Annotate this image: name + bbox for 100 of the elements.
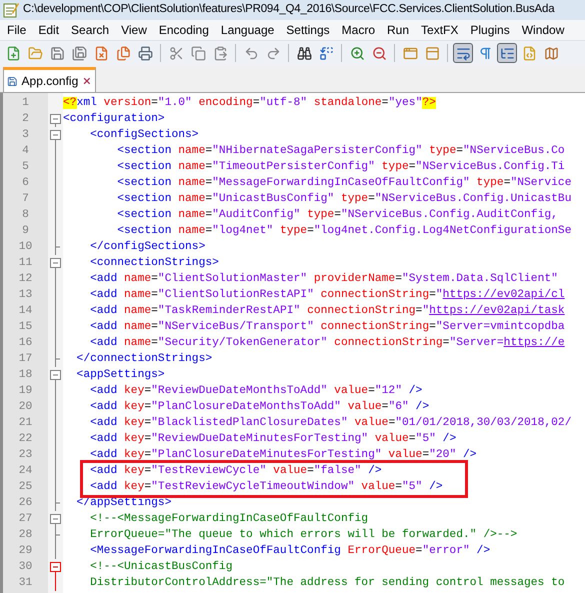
code-line: <configSections> — [89, 128, 199, 143]
code-line: <appSettings> — [76, 368, 165, 383]
notepad-icon — [3, 2, 19, 18]
code-line: <add name="TaskReminderRestAPI" connectionString="https://ev02api/task — [89, 304, 565, 319]
code-line: <section name="NHibernateSagaPersisterConfig" type="NServiceBus.Co — [116, 144, 565, 159]
file-plus-icon — [6, 46, 20, 60]
line-number: 28 — [18, 528, 32, 543]
menu-item[interactable]: Run — [387, 21, 410, 39]
code-line: <add key="PlanClosureDateMonthsToAdd" value="6" /> — [89, 400, 430, 415]
code-line: <add name="NServiceBus/Transport" connectionString="Server=vmintcopdba — [89, 320, 565, 335]
fold-toggle-icon[interactable] — [50, 367, 61, 383]
save-icon — [7, 74, 18, 88]
menu-item[interactable]: Edit — [38, 21, 60, 39]
menu-item[interactable]: Encoding — [158, 21, 209, 39]
files-close-icon — [116, 46, 130, 60]
menu-item[interactable]: Macro — [342, 21, 375, 39]
fold-toggle-icon[interactable] — [50, 255, 61, 271]
fold-toggle-icon[interactable] — [50, 127, 61, 143]
zoom-out-icon — [372, 46, 386, 60]
line-number: 15 — [18, 320, 32, 335]
close-icon[interactable] — [82, 75, 92, 87]
line-number: 13 — [18, 288, 32, 303]
code-line: </connectionStrings> — [76, 352, 212, 367]
code-line: DistributorControlAddress="The address for sending control messages to — [89, 576, 565, 591]
code-line: <add key="TestReviewCycleTimeoutWindow" value="5" /> — [89, 480, 443, 495]
line-number: 20 — [18, 400, 32, 415]
code-line: <section name="TimeoutPersisterConfig" type="NServiceBus.Config.Ti — [116, 160, 565, 175]
indent-guide-icon — [500, 46, 514, 60]
code-line: <!--<MessageForwardingInCaseOfFaultConfig — [89, 512, 368, 527]
code-editor[interactable] — [0, 93, 585, 593]
line-number: 5 — [22, 160, 29, 175]
wrap-text-icon — [456, 46, 470, 60]
line-number: 11 — [18, 256, 32, 271]
menu-item[interactable]: File — [7, 21, 26, 39]
line-number: 24 — [18, 464, 32, 479]
code-line: <!--<UnicastBusConfig — [89, 560, 232, 575]
line-number: 29 — [18, 544, 32, 559]
code-line: <section name="log4net" type="log4net.Config.Log4NetConfigurationSe — [116, 224, 572, 239]
map-icon — [544, 46, 558, 60]
code-line: <add key="TestReviewCycle" value="false" /> — [89, 464, 382, 479]
menu-item[interactable]: Settings — [286, 21, 330, 39]
code-line: <section name="UnicastBusConfig" type="NServiceBus.Config.UnicastBu — [116, 192, 572, 207]
code-line: <MessageForwardingInCaseOfFaultConfig ErrorQueue="error" /> — [89, 544, 490, 559]
fold-toggle-icon[interactable] — [50, 559, 61, 575]
code-line: <?xml version="1.0" encoding="utf-8" standalone="yes"?> — [63, 96, 436, 111]
menu-item[interactable]: Language — [220, 21, 274, 39]
line-number: 10 — [18, 240, 32, 255]
file-close-icon — [94, 46, 108, 60]
menu-item[interactable]: View — [121, 21, 147, 39]
window-title: C:\development\COP\ClientSolution\features\PR094_Q4_2016\Source\FCC.Services.ClientSolution.BusAda — [23, 2, 554, 18]
folder-icon — [28, 46, 42, 60]
zoom-in-icon — [350, 46, 364, 60]
file-tab[interactable]: App.config — [3, 67, 96, 92]
menu-item[interactable]: TextFX — [421, 21, 458, 39]
code-line: ErrorQueue="The queue to which errors will be forwarded." />--> — [89, 528, 518, 543]
code-line: <section name="AuditConfig" type="NServiceBus.Config.AuditConfig, — [116, 208, 558, 223]
undo-icon — [244, 46, 258, 60]
fold-toggle-icon[interactable] — [50, 111, 61, 127]
line-number: 26 — [18, 496, 32, 511]
code-line: <connectionStrings> — [89, 256, 219, 271]
cut-icon — [168, 46, 184, 60]
line-number: 1 — [22, 96, 29, 111]
line-number: 31 — [18, 576, 32, 591]
menu-item[interactable]: Search — [71, 21, 110, 39]
binoculars-icon — [296, 46, 312, 60]
line-number: 25 — [18, 480, 32, 495]
window-icon — [402, 46, 418, 60]
line-number: 23 — [18, 448, 32, 463]
window-panel-icon — [424, 46, 440, 60]
line-number: 14 — [18, 304, 32, 319]
menu-item[interactable]: Window — [522, 21, 564, 39]
code-line: <add name="Security/TokenGenerator" connectionString="Server=https://e — [89, 336, 565, 351]
line-number: 8 — [22, 208, 29, 223]
paste-icon — [212, 46, 228, 60]
code-line: <add key="BlacklistedPlanClosureDates" value="01/01/2018,30/03/2018,02/ — [89, 416, 572, 431]
code-line: <add name="ClientSolutionMaster" providerName="System.Data.SqlClient" — [89, 272, 558, 287]
line-number: 3 — [22, 128, 29, 143]
code-line: <section name="MessageForwardingInCaseOfFaultConfig" type="NService — [116, 176, 572, 191]
code-line: <add name="ClientSolutionRestAPI" connectionString="https://ev02api/cl — [89, 288, 565, 303]
code-line: <configuration> — [63, 112, 165, 127]
line-number: 9 — [22, 224, 29, 239]
line-number: 30 — [18, 560, 32, 575]
line-number: 2 — [22, 112, 29, 127]
copy-icon — [190, 46, 206, 60]
line-number: 17 — [18, 352, 32, 367]
code-line: <add key="PlanClosureDateMinutesForTesting" value="20" /> — [89, 448, 477, 463]
save-icon — [50, 46, 64, 60]
line-number: 19 — [18, 384, 32, 399]
code-line: </appSettings> — [76, 496, 172, 511]
replace-icon — [318, 46, 334, 60]
fold-toggle-icon[interactable] — [50, 511, 61, 527]
line-number: 6 — [22, 176, 29, 191]
line-number: 7 — [22, 192, 29, 207]
pilcrow-icon — [478, 46, 492, 60]
file-code-icon — [522, 46, 536, 60]
line-number: 16 — [18, 336, 32, 351]
menu-item[interactable]: Plugins — [470, 21, 510, 39]
line-number: 18 — [18, 368, 32, 383]
code-line: <add key="ReviewDueDateMonthsToAdd" value="12" /> — [89, 384, 422, 399]
redo-icon — [266, 46, 280, 60]
